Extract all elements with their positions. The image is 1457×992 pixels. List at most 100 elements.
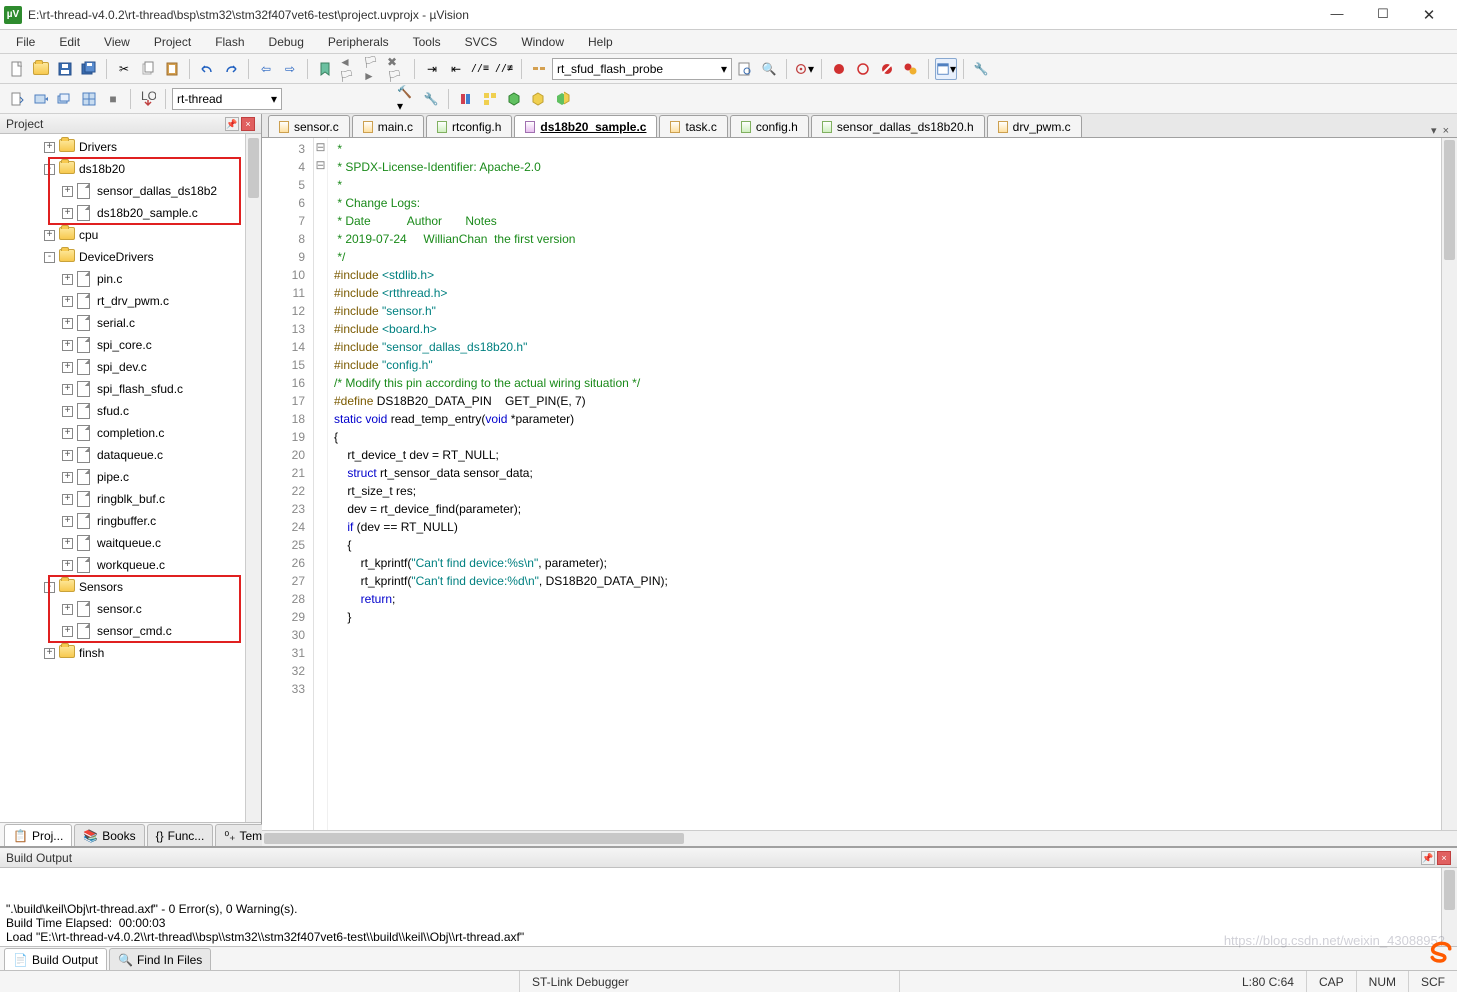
- tree-expander-icon[interactable]: +: [62, 626, 73, 637]
- editor-tab[interactable]: config.h: [730, 115, 809, 137]
- options-target-icon[interactable]: 🔨▾: [396, 88, 418, 110]
- copy-icon[interactable]: [137, 58, 159, 80]
- cut-icon[interactable]: ✂: [113, 58, 135, 80]
- tree-file[interactable]: +workqueue.c: [0, 554, 261, 576]
- tree-expander-icon[interactable]: +: [62, 384, 73, 395]
- manage-books-icon[interactable]: [455, 88, 477, 110]
- tree-expander-icon[interactable]: -: [44, 582, 55, 593]
- tree-expander-icon[interactable]: -: [44, 164, 55, 175]
- select-packs-icon[interactable]: [527, 88, 549, 110]
- manage-rtos-icon[interactable]: [503, 88, 525, 110]
- breakpoint-insert-icon[interactable]: [828, 58, 850, 80]
- editor-vscroll[interactable]: [1441, 138, 1457, 830]
- tree-expander-icon[interactable]: +: [44, 230, 55, 241]
- editor-tab[interactable]: rtconfig.h: [426, 115, 512, 137]
- bookmark-prev-icon[interactable]: ◄🏳: [338, 58, 360, 80]
- tree-expander-icon[interactable]: +: [62, 296, 73, 307]
- tree-file[interactable]: +rt_drv_pwm.c: [0, 290, 261, 312]
- stop-build-icon[interactable]: ■: [102, 88, 124, 110]
- tree-file[interactable]: +spi_flash_sfud.c: [0, 378, 261, 400]
- tree-expander-icon[interactable]: +: [62, 208, 73, 219]
- save-icon[interactable]: [54, 58, 76, 80]
- rebuild-icon[interactable]: [54, 88, 76, 110]
- new-file-icon[interactable]: [6, 58, 28, 80]
- open-file-icon[interactable]: [30, 58, 52, 80]
- menu-svcs[interactable]: SVCS: [453, 32, 510, 52]
- configure-icon[interactable]: 🔧: [970, 58, 992, 80]
- editor-tab[interactable]: task.c: [659, 115, 727, 137]
- find-in-files-icon[interactable]: 🔍: [758, 58, 780, 80]
- build-vscroll[interactable]: [1441, 868, 1457, 946]
- menu-peripherals[interactable]: Peripherals: [316, 32, 401, 52]
- breakpoint-kill-icon[interactable]: [900, 58, 922, 80]
- paste-icon[interactable]: [161, 58, 183, 80]
- target-options-icon[interactable]: 🔧: [420, 88, 442, 110]
- tree-expander-icon[interactable]: +: [62, 428, 73, 439]
- batch-build-icon[interactable]: [78, 88, 100, 110]
- tree-expander-icon[interactable]: +: [62, 516, 73, 527]
- tree-expander-icon[interactable]: +: [62, 318, 73, 329]
- panel-pin-icon[interactable]: 📌: [225, 117, 239, 131]
- close-tab-icon[interactable]: ×: [1443, 125, 1449, 137]
- menu-window[interactable]: Window: [509, 32, 576, 52]
- tree-file[interactable]: +spi_core.c: [0, 334, 261, 356]
- debug-icon[interactable]: ▾: [793, 58, 815, 80]
- tree-folder[interactable]: -Sensors: [0, 576, 261, 598]
- tree-expander-icon[interactable]: +: [62, 450, 73, 461]
- output-tab[interactable]: 🔍Find In Files: [109, 948, 211, 970]
- nav-fwd-icon[interactable]: ⇨: [279, 58, 301, 80]
- tree-expander-icon[interactable]: +: [62, 340, 73, 351]
- tree-file[interactable]: +ds18b20_sample.c: [0, 202, 261, 224]
- tree-folder[interactable]: -DeviceDrivers: [0, 246, 261, 268]
- code-content[interactable]: * * SPDX-License-Identifier: Apache-2.0 …: [328, 138, 1457, 830]
- macro-icon[interactable]: [528, 58, 550, 80]
- menu-edit[interactable]: Edit: [47, 32, 92, 52]
- tree-file[interactable]: +sensor_dallas_ds18b2: [0, 180, 261, 202]
- tree-expander-icon[interactable]: +: [62, 538, 73, 549]
- save-all-icon[interactable]: [78, 58, 100, 80]
- editor-tab[interactable]: sensor.c: [268, 115, 350, 137]
- tree-expander-icon[interactable]: +: [62, 604, 73, 615]
- close-button[interactable]: ✕: [1415, 6, 1443, 24]
- nav-back-icon[interactable]: ⇦: [255, 58, 277, 80]
- panel-close-icon[interactable]: ×: [241, 117, 255, 131]
- minimize-button[interactable]: —: [1323, 6, 1351, 24]
- tree-file[interactable]: +ringblk_buf.c: [0, 488, 261, 510]
- menu-project[interactable]: Project: [142, 32, 203, 52]
- bookmark-next-icon[interactable]: 🏳►: [362, 58, 384, 80]
- menu-view[interactable]: View: [92, 32, 142, 52]
- tree-folder[interactable]: -ds18b20: [0, 158, 261, 180]
- undo-icon[interactable]: [196, 58, 218, 80]
- menu-tools[interactable]: Tools: [401, 32, 453, 52]
- tree-file[interactable]: +spi_dev.c: [0, 356, 261, 378]
- tree-file[interactable]: +serial.c: [0, 312, 261, 334]
- tree-expander-icon[interactable]: +: [62, 362, 73, 373]
- build-output-text[interactable]: ".\build\keil\Obj\rt-thread.axf" - 0 Err…: [0, 868, 1457, 946]
- tree-file[interactable]: +pin.c: [0, 268, 261, 290]
- indent-icon[interactable]: ⇥: [421, 58, 443, 80]
- proj-tab-project[interactable]: 📋Proj...: [4, 824, 72, 846]
- code-editor[interactable]: 3456789101112131415161718192021222324252…: [262, 138, 1457, 830]
- tree-expander-icon[interactable]: +: [44, 648, 55, 659]
- menu-flash[interactable]: Flash: [203, 32, 256, 52]
- bookmark-clear-icon[interactable]: ✖🏳: [386, 58, 408, 80]
- tree-folder[interactable]: +Drivers: [0, 136, 261, 158]
- tree-folder[interactable]: +cpu: [0, 224, 261, 246]
- target-combo[interactable]: rt-thread▾: [172, 88, 282, 110]
- proj-tab-books[interactable]: 📚Books: [74, 824, 144, 846]
- tree-expander-icon[interactable]: -: [44, 252, 55, 263]
- find-icon[interactable]: [734, 58, 756, 80]
- editor-tab[interactable]: drv_pwm.c: [987, 115, 1082, 137]
- project-tree[interactable]: +Drivers-ds18b20+sensor_dallas_ds18b2+ds…: [0, 134, 261, 822]
- uncomment-icon[interactable]: //≢: [493, 58, 515, 80]
- translate-icon[interactable]: [6, 88, 28, 110]
- download-icon[interactable]: LOAD: [137, 88, 159, 110]
- comment-icon[interactable]: //≡: [469, 58, 491, 80]
- tree-file[interactable]: +dataqueue.c: [0, 444, 261, 466]
- build-close-icon[interactable]: ×: [1437, 851, 1451, 865]
- tabs-menu-icon[interactable]: ▾: [1431, 124, 1437, 137]
- proj-tab-func[interactable]: {}Func...: [147, 824, 214, 846]
- tree-expander-icon[interactable]: +: [44, 142, 55, 153]
- tree-scrollbar[interactable]: [245, 134, 261, 822]
- tree-expander-icon[interactable]: +: [62, 560, 73, 571]
